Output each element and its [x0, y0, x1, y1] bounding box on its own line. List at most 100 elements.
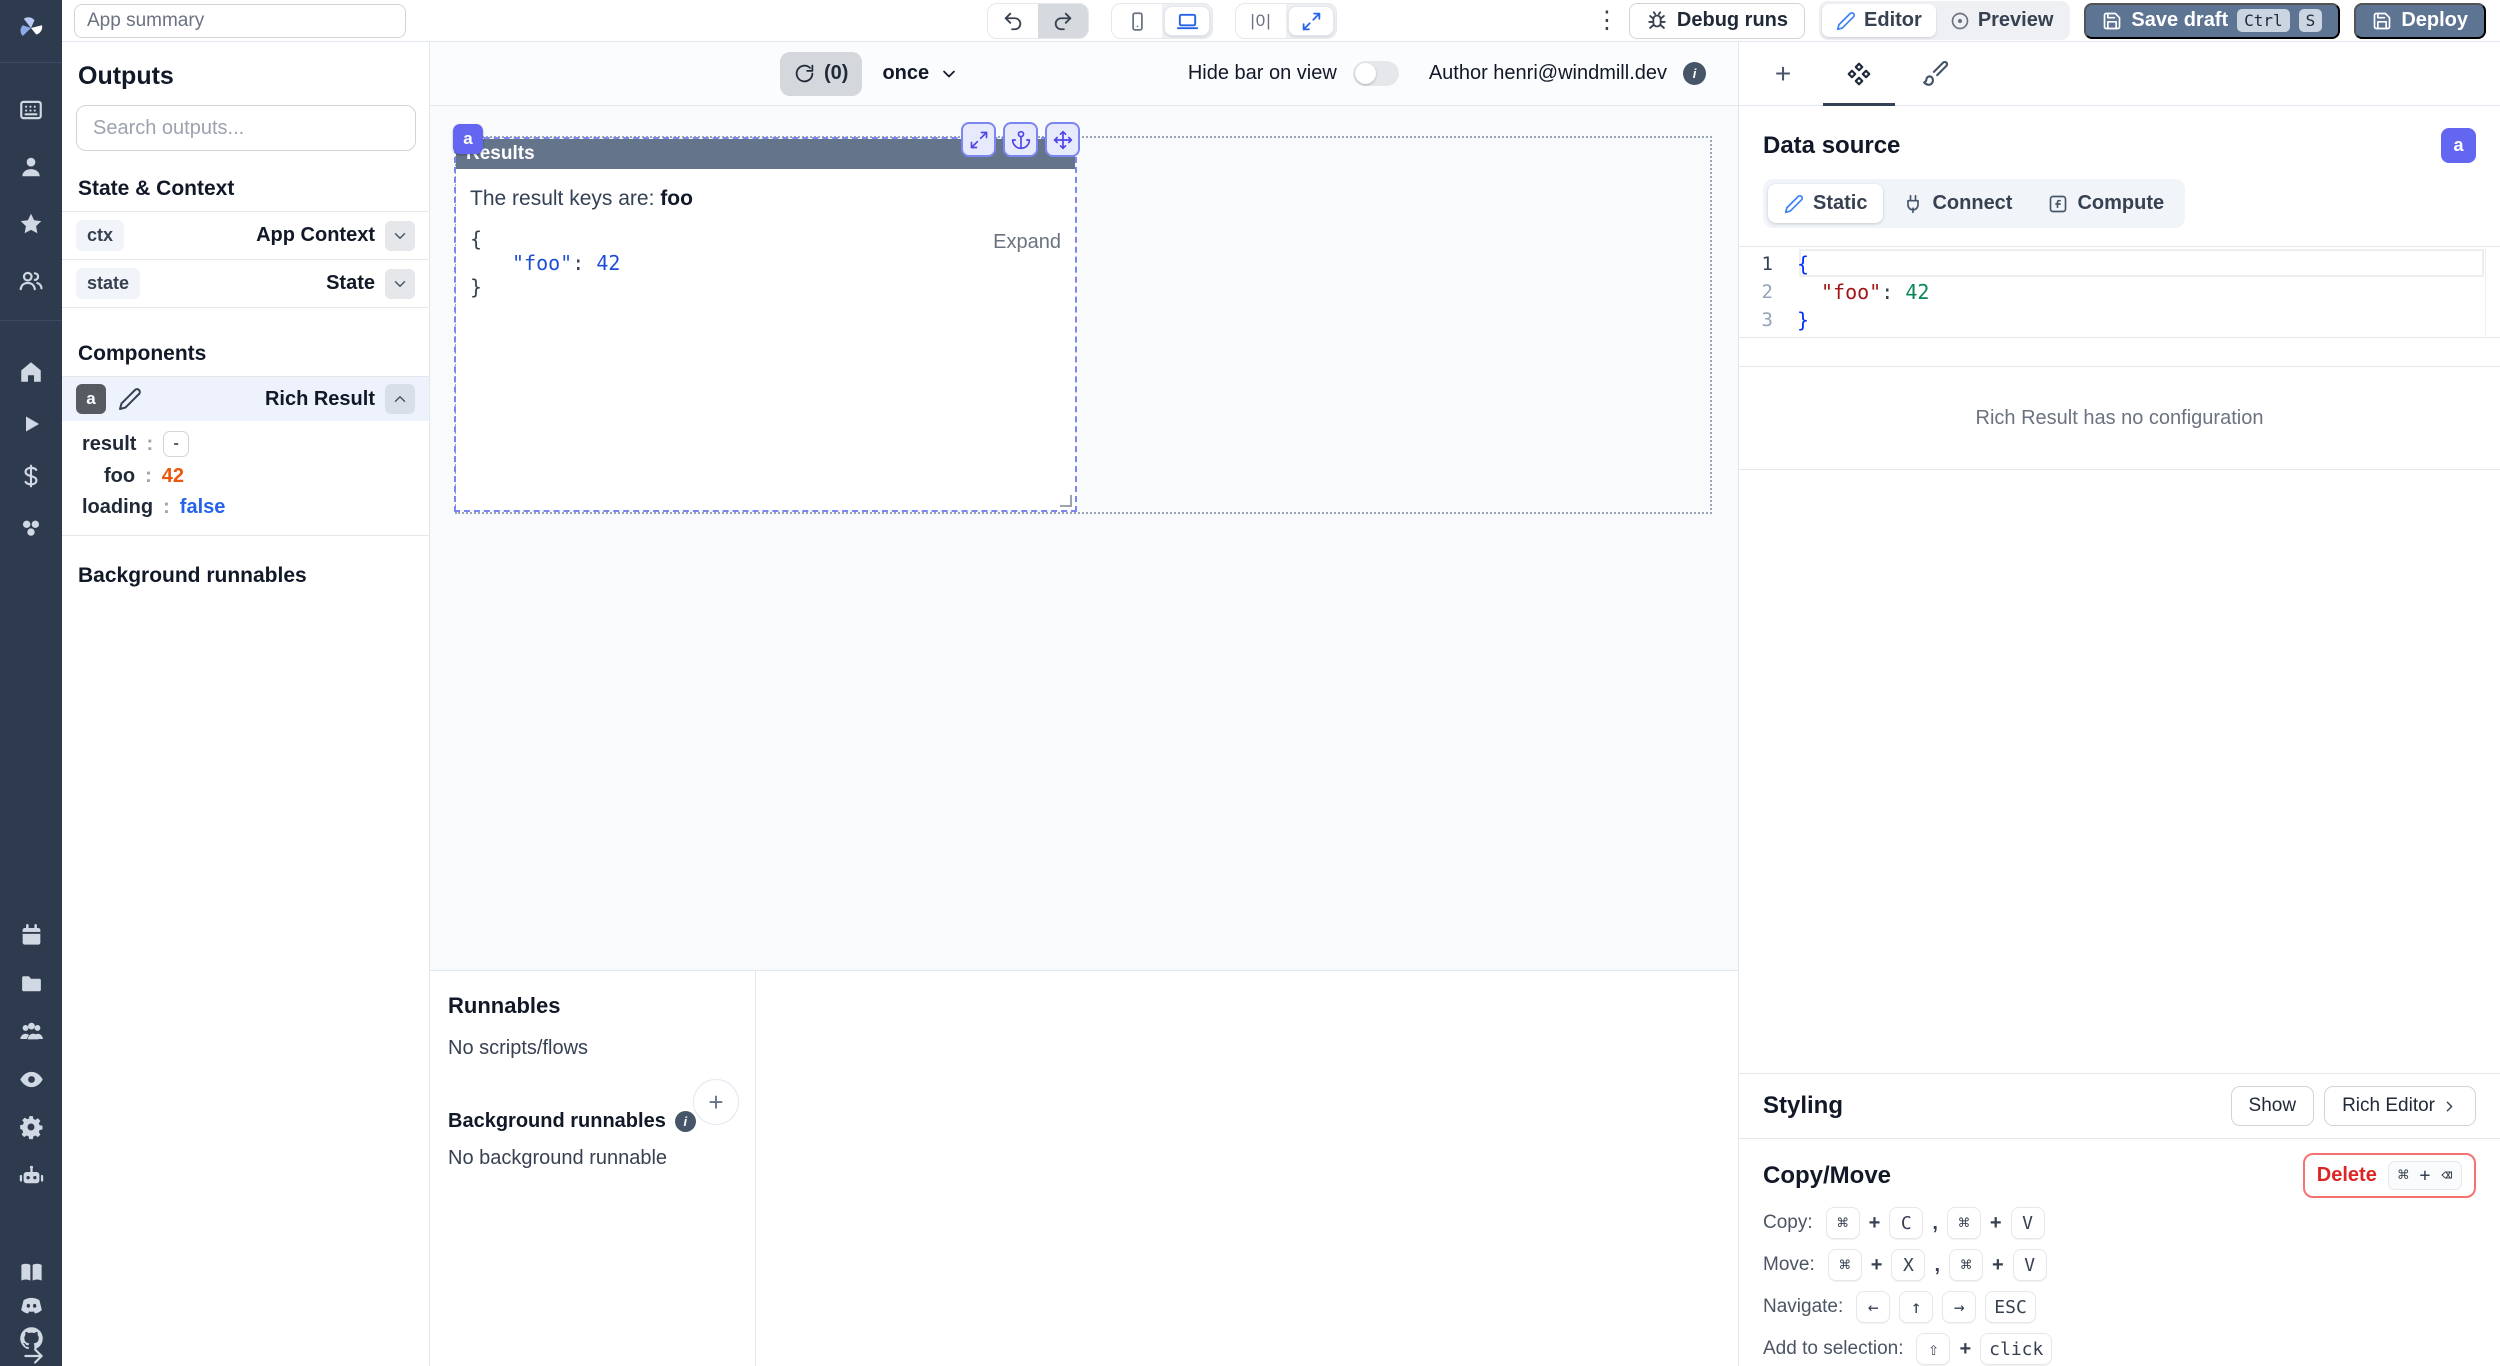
tab-theme[interactable] [1897, 42, 1973, 105]
author-info-icon[interactable]: i [1683, 62, 1706, 85]
tree-key: foo [104, 465, 135, 488]
collapse-node-button[interactable]: - [163, 431, 189, 457]
tree-row-foo[interactable]: foo : 42 [62, 461, 429, 492]
inspector-panel: + Data source a Static [1738, 42, 2500, 1366]
dollar-icon[interactable] [13, 458, 49, 494]
maximize-icon [969, 130, 989, 150]
no-configuration-message: Rich Result has no configuration [1739, 366, 2500, 470]
hub-icon[interactable] [13, 510, 49, 546]
kbd-cmd: ⌘ [1828, 1249, 1862, 1281]
tab-insert-component[interactable]: + [1745, 42, 1821, 105]
folder-icon[interactable] [13, 965, 49, 1001]
editor-scrollbar[interactable] [2485, 247, 2500, 337]
state-row[interactable]: state State [62, 259, 429, 308]
windmill-logo-icon[interactable] [13, 10, 49, 46]
apps-grid-icon[interactable] [13, 92, 49, 128]
mode-static[interactable]: Static [1768, 184, 1883, 223]
plug-icon [1903, 194, 1923, 214]
app-summary-input[interactable] [74, 4, 406, 38]
center-content-button[interactable]: |0| [1236, 4, 1286, 38]
frequency-dropdown[interactable]: once [882, 62, 959, 85]
tab-editor[interactable]: Editor [1822, 4, 1936, 37]
runnable-detail-empty [756, 971, 1738, 1366]
result-key: foo [660, 187, 693, 210]
expand-state-button[interactable] [385, 269, 415, 299]
kbd-c: C [1889, 1207, 1923, 1239]
play-icon[interactable] [13, 406, 49, 442]
ctx-row[interactable]: ctx App Context [62, 211, 429, 259]
canvas-toolbar: (0) once Hide bar on view Author henri@w… [430, 42, 1738, 106]
hide-bar-label: Hide bar on view [1188, 62, 1337, 85]
show-styling-button[interactable]: Show [2231, 1086, 2315, 1126]
hide-bar-toggle[interactable] [1353, 61, 1399, 86]
debug-runs-button[interactable]: Debug runs [1629, 3, 1805, 39]
background-runnables-title: Background runnables [62, 536, 429, 598]
rich-editor-button[interactable]: Rich Editor [2324, 1086, 2476, 1126]
mobile-view-button[interactable] [1112, 4, 1162, 38]
rich-result-component[interactable]: a [456, 139, 1075, 510]
discord-icon[interactable] [13, 1287, 49, 1323]
kbd-cmd: ⌘ [1947, 1207, 1981, 1239]
app-canvas[interactable]: a [430, 106, 1738, 970]
home-icon[interactable] [13, 354, 49, 390]
collapse-arrow-icon[interactable] [16, 1338, 52, 1366]
mode-connect[interactable]: Connect [1887, 184, 2028, 223]
search-outputs-input[interactable] [76, 105, 416, 151]
tree-row-loading[interactable]: loading : false [62, 492, 429, 523]
component-output-row[interactable]: a Rich Result [62, 376, 429, 421]
component-body: The result keys are: foo Expand { "foo":… [456, 169, 1075, 317]
runnables-panel: Runnables No scripts/flows Background ru… [430, 970, 1738, 1366]
expand-ctx-button[interactable] [385, 221, 415, 251]
delete-component-button[interactable]: Delete ⌘ + ⌫ [2303, 1153, 2476, 1198]
main-area: |0| ⋮ Debug runs Editor [62, 0, 2500, 1366]
add-background-runnable-button[interactable]: + [693, 1079, 739, 1125]
background-info-icon[interactable]: i [675, 1111, 696, 1132]
eye-icon[interactable] [13, 1061, 49, 1097]
shortcut-add-to-selection: Add to selection: ⇧ + click [1763, 1332, 2476, 1366]
component-toolbar [961, 122, 1080, 157]
tree-row-result[interactable]: result : - [62, 427, 429, 461]
collapse-component-button[interactable] [385, 384, 415, 414]
component-output-tree: result : - foo : 42 loading : false [62, 421, 429, 536]
users-icon[interactable] [13, 263, 49, 299]
chevron-right-icon [2441, 1098, 2458, 1115]
mode-compute[interactable]: Compute [2032, 184, 2180, 223]
user-group-icon[interactable] [13, 1013, 49, 1049]
kbd-cmd: ⌘ [1826, 1207, 1860, 1239]
topbar: |0| ⋮ Debug runs Editor [62, 0, 2500, 42]
anchor-component-button[interactable] [1003, 122, 1038, 157]
robot-icon[interactable] [13, 1158, 49, 1194]
tab-preview[interactable]: Preview [1936, 4, 2068, 37]
save-draft-button[interactable]: Save draft Ctrl S [2084, 3, 2340, 39]
ctx-key: ctx [76, 220, 124, 251]
desktop-view-button[interactable] [1164, 6, 1210, 36]
expand-component-button[interactable] [961, 122, 996, 157]
deploy-label: Deploy [2401, 9, 2468, 32]
docs-book-icon[interactable] [13, 1254, 49, 1290]
move-component-button[interactable] [1045, 122, 1080, 157]
outputs-panel: Outputs State & Context ctx App Context … [62, 42, 430, 1366]
star-icon[interactable] [13, 206, 49, 242]
calendar-icon[interactable] [13, 917, 49, 953]
chevron-down-icon [939, 64, 959, 84]
align-zero-icon: |0| [1250, 11, 1271, 31]
static-json-editor[interactable]: 1 { 2 "foo": 42 3 } [1739, 246, 2500, 338]
state-key: state [76, 268, 140, 299]
tab-component-settings[interactable] [1821, 42, 1897, 105]
kebab-menu-icon[interactable]: ⋮ [1595, 6, 1615, 35]
redo-button[interactable] [1038, 4, 1088, 38]
result-text: The result keys are: foo [470, 187, 1061, 211]
full-width-button[interactable] [1288, 6, 1334, 36]
deploy-button[interactable]: Deploy [2354, 3, 2486, 39]
undo-button[interactable] [988, 4, 1038, 38]
resize-handle[interactable] [1060, 495, 1072, 507]
kbd-right: → [1942, 1291, 1976, 1323]
move-icon [1053, 130, 1073, 150]
expand-link[interactable]: Expand [993, 231, 1061, 254]
runnables-empty: No scripts/flows [448, 1037, 737, 1060]
gear-icon[interactable] [13, 1109, 49, 1145]
user-icon[interactable] [13, 149, 49, 185]
edit-id-pencil-icon[interactable] [118, 387, 142, 411]
bug-icon [1646, 10, 1668, 32]
recompute-button[interactable]: (0) [780, 52, 862, 96]
